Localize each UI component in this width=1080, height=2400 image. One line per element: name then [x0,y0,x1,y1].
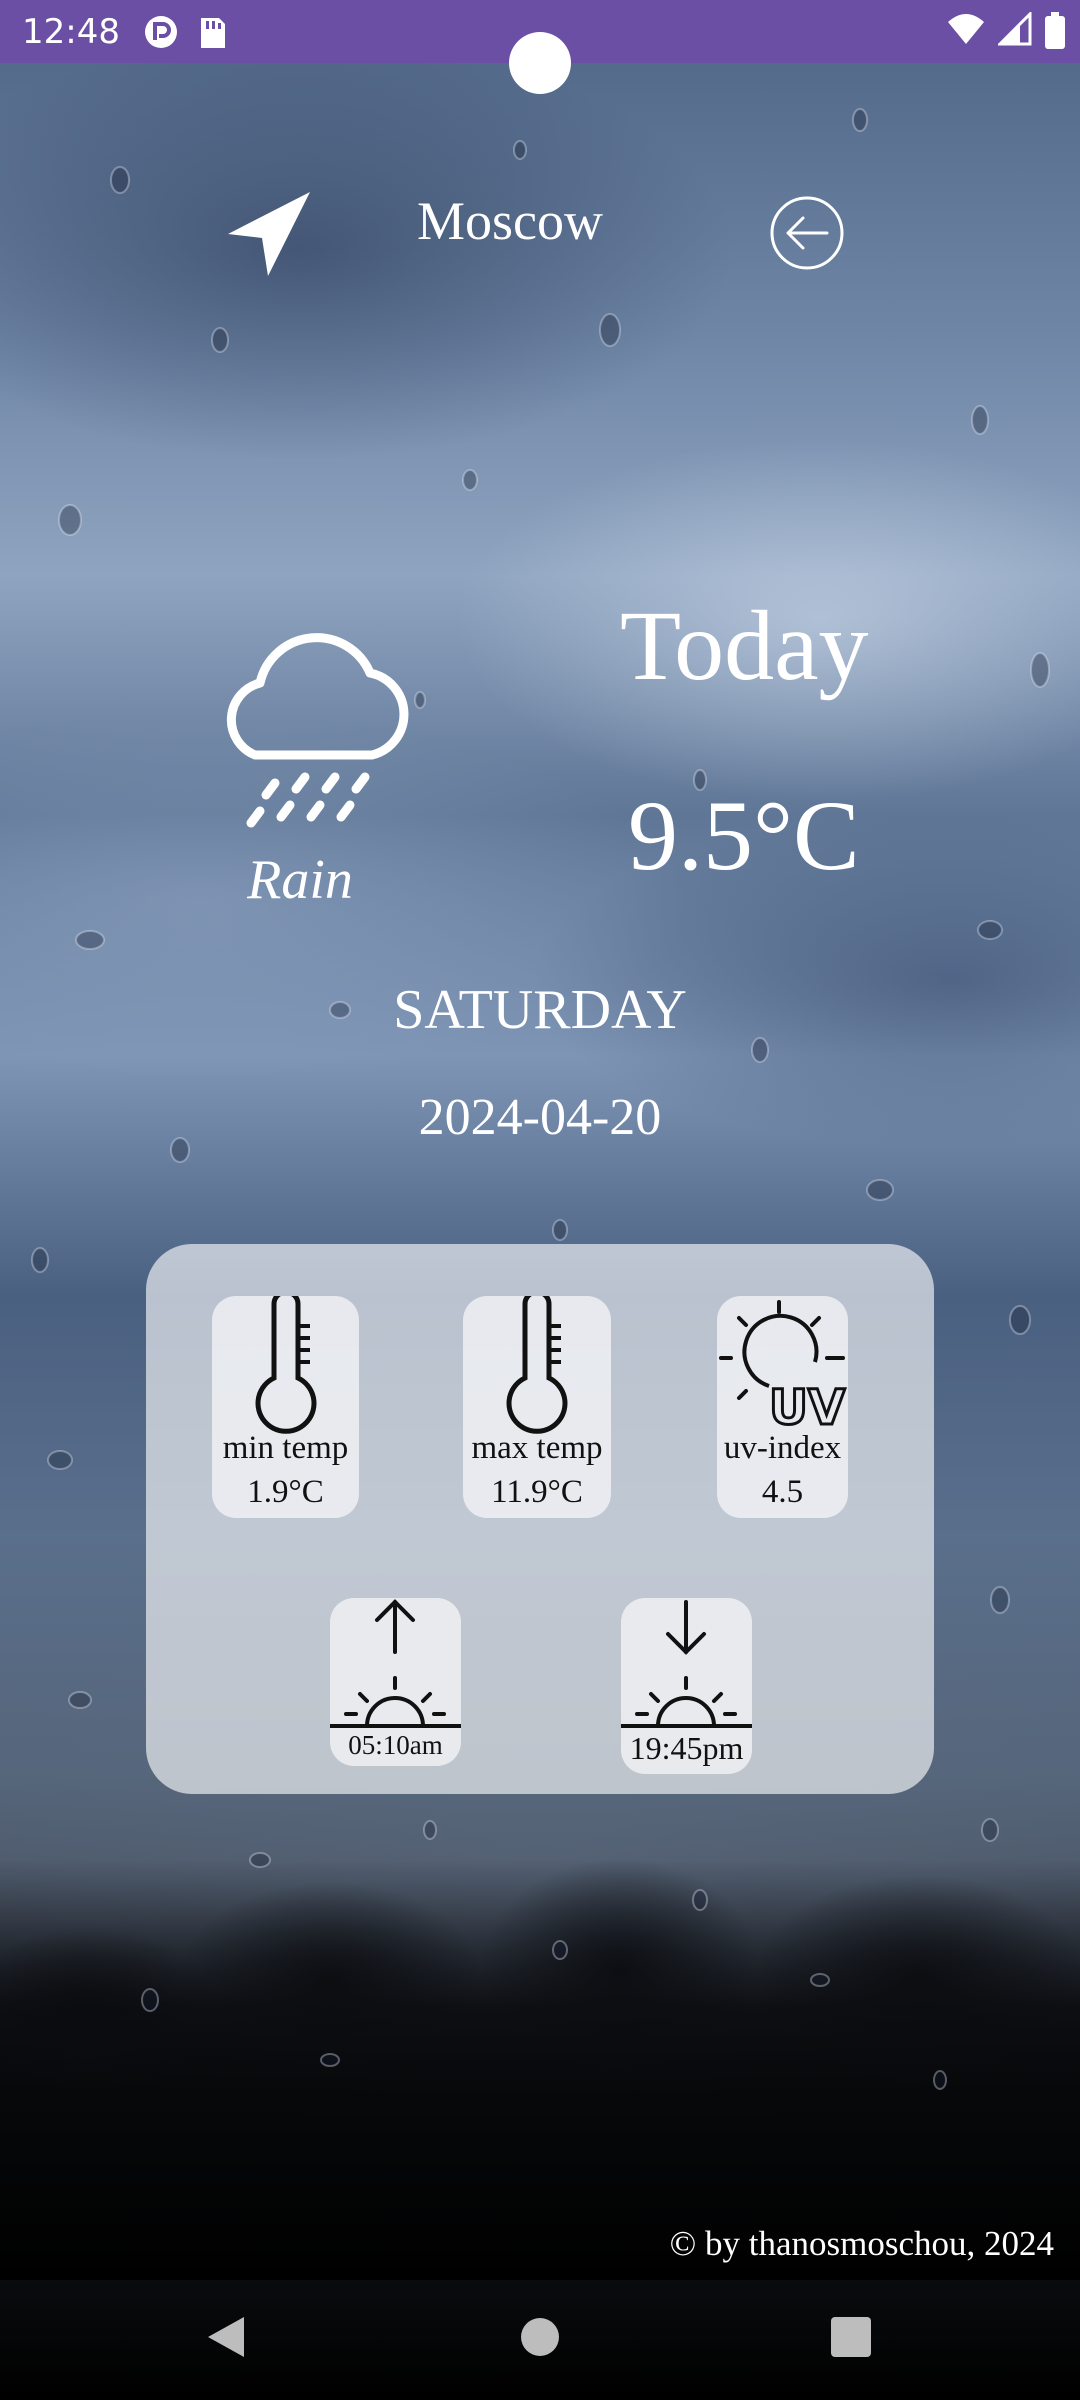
day-label: Today [620,590,869,701]
sunset-icon [621,1600,752,1728]
status-time: 12:48 [22,12,120,52]
wifi-icon [948,14,984,44]
sunrise-time: 05:10am [348,1730,443,1760]
current-temperature: 9.5°C [628,780,860,891]
max-temp-tile: max temp 11.9°C [463,1296,611,1518]
city-name: Moscow [417,191,603,251]
status-left-icons [143,14,227,50]
arrow-left-circle-icon[interactable] [769,195,845,271]
weather-screen: 12:48 Moscow Rain Today 9.5°C SATURDAY 2… [0,0,1080,2400]
sunrise-tile: 05:10am [330,1598,461,1766]
weekday: SATURDAY [393,979,687,1041]
back-nav-icon[interactable] [204,2315,248,2359]
navigation-bar [0,2290,1080,2400]
thermometer-icon [506,1296,568,1434]
parental-control-icon [145,16,177,48]
battery-icon [1045,12,1065,49]
sunrise-icon [330,1599,461,1728]
raindrops-overlay [31,108,1050,2090]
max-temp-value: 11.9°C [491,1474,583,1510]
home-nav-icon[interactable] [520,2317,560,2357]
date: 2024-04-20 [418,1089,662,1146]
camera-cutout [509,32,571,94]
uv-index-tile: UV uv-index 4.5 [717,1296,848,1518]
thermometer-icon [255,1296,317,1434]
min-temp-tile: min temp 1.9°C [212,1296,359,1518]
navigation-arrow-icon[interactable] [228,192,312,276]
max-temp-label: max temp [471,1430,603,1466]
signal-icon [998,12,1032,46]
uv-sun-icon: UV [719,1300,847,1431]
sunset-tile: 19:45pm [621,1598,752,1774]
cloud-rain-icon [226,633,409,828]
uv-index-label: uv-index [723,1430,842,1466]
weather-condition: Rain [247,849,353,911]
min-temp-label: min temp [222,1430,349,1466]
sd-card-icon [201,18,225,48]
recents-nav-icon[interactable] [831,2317,871,2357]
credit-text: © by thanosmoschou, 2024 [669,2224,1054,2263]
status-right-icons [946,12,1066,50]
weather-details-panel: min temp 1.9°C max temp 11.9°C UV uv-ind… [146,1244,934,1794]
min-temp-value: 1.9°C [247,1474,324,1510]
svg-text:UV: UV [769,1380,845,1431]
uv-index-value: 4.5 [761,1474,804,1510]
sunset-time: 19:45pm [629,1730,744,1766]
